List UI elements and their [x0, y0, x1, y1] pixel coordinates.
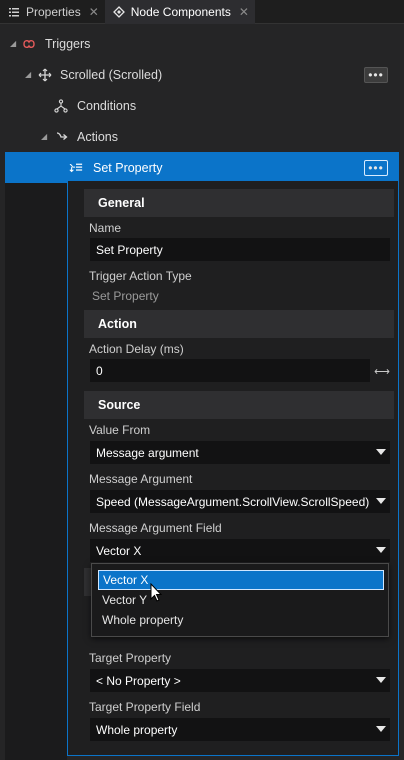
target-property-value: < No Property >	[96, 673, 181, 688]
more-options-button[interactable]: •••	[364, 66, 388, 83]
collapse-arrow-icon[interactable]: ◢	[10, 39, 16, 48]
tab-node-components[interactable]: Node Components ✕	[104, 0, 255, 24]
chevron-down-icon	[376, 726, 386, 732]
hierarchy-icon	[54, 98, 68, 113]
mouse-cursor-icon	[150, 583, 163, 602]
collapse-arrow-icon[interactable]: ◢	[25, 70, 31, 79]
target-property-select[interactable]: < No Property >	[90, 669, 390, 692]
close-icon[interactable]: ✕	[89, 5, 99, 19]
action-delay-label: Action Delay (ms)	[89, 342, 184, 356]
tree-item-scrolled[interactable]: ◢ Scrolled (Scrolled) •••	[0, 59, 404, 90]
chevron-down-icon	[376, 547, 386, 553]
tree-item-label: Scrolled (Scrolled)	[60, 67, 163, 82]
tab-properties[interactable]: Properties ✕	[0, 0, 105, 24]
tree-item-label: Triggers	[45, 36, 91, 51]
scroll-move-icon	[38, 68, 52, 82]
chevron-down-icon	[376, 449, 386, 455]
tree-item-actions[interactable]: ◢ Actions	[0, 121, 404, 152]
dropdown-option-vector-y[interactable]: Vector Y	[98, 590, 384, 610]
message-argument-field-value: Vector X	[96, 543, 142, 558]
chevron-down-icon	[376, 677, 386, 683]
tree-item-triggers[interactable]: ◢ Triggers	[0, 28, 404, 59]
section-header-general[interactable]: General	[84, 189, 394, 217]
message-argument-field-select[interactable]: Vector X	[90, 539, 390, 562]
close-icon[interactable]: ✕	[239, 5, 249, 19]
tree-item-label: Actions	[77, 129, 118, 144]
tab-properties-label: Properties	[26, 5, 81, 19]
message-argument-value: Speed (MessageArgument.ScrollView.Scroll…	[96, 494, 370, 509]
properties-panel: General Name Set Property Trigger Action…	[67, 180, 399, 756]
target-property-field-select[interactable]: Whole property	[90, 718, 390, 741]
set-property-icon	[69, 161, 83, 175]
name-field[interactable]: Set Property	[90, 238, 390, 261]
dropdown-option-whole-property[interactable]: Whole property	[98, 610, 384, 630]
tree-indent-gutter	[5, 181, 67, 760]
tree-item-set-property[interactable]: Set Property •••	[5, 152, 399, 183]
chevron-down-icon	[376, 498, 386, 504]
message-argument-field-label: Message Argument Field	[89, 521, 222, 535]
more-options-button[interactable]: •••	[364, 159, 388, 176]
component-icon	[112, 6, 125, 18]
section-header-source[interactable]: Source	[84, 391, 394, 419]
target-property-label: Target Property	[89, 651, 172, 665]
dropdown-option-vector-x[interactable]: Vector X	[98, 570, 384, 590]
tab-bar: Properties ✕ Node Components ✕	[0, 0, 404, 24]
tab-node-components-label: Node Components	[130, 5, 231, 19]
message-argument-select[interactable]: Speed (MessageArgument.ScrollView.Scroll…	[90, 490, 390, 513]
drag-adjust-icon[interactable]: ⟷	[374, 366, 390, 378]
collapse-arrow-icon[interactable]: ◢	[41, 132, 47, 141]
list-icon	[8, 6, 20, 18]
name-label: Name	[89, 221, 122, 235]
value-from-value: Message argument	[96, 445, 199, 460]
target-property-field-value: Whole property	[96, 722, 178, 737]
tree-item-label: Conditions	[77, 98, 137, 113]
tree-item-conditions[interactable]: Conditions	[0, 90, 404, 121]
message-argument-label: Message Argument	[89, 472, 193, 486]
trigger-action-type-value: Set Property	[92, 289, 159, 303]
target-property-field-label: Target Property Field	[89, 700, 201, 714]
action-arrow-icon	[55, 130, 69, 144]
value-from-label: Value From	[89, 423, 151, 437]
section-header-action[interactable]: Action	[84, 310, 394, 338]
trigger-icon	[22, 37, 36, 51]
value-from-select[interactable]: Message argument	[90, 441, 390, 464]
message-argument-field-dropdown: Vector X Vector Y Whole property	[91, 563, 389, 637]
trigger-action-type-label: Trigger Action Type	[89, 269, 192, 283]
tree-item-label: Set Property	[93, 160, 163, 175]
action-delay-field[interactable]: 0	[90, 359, 370, 382]
